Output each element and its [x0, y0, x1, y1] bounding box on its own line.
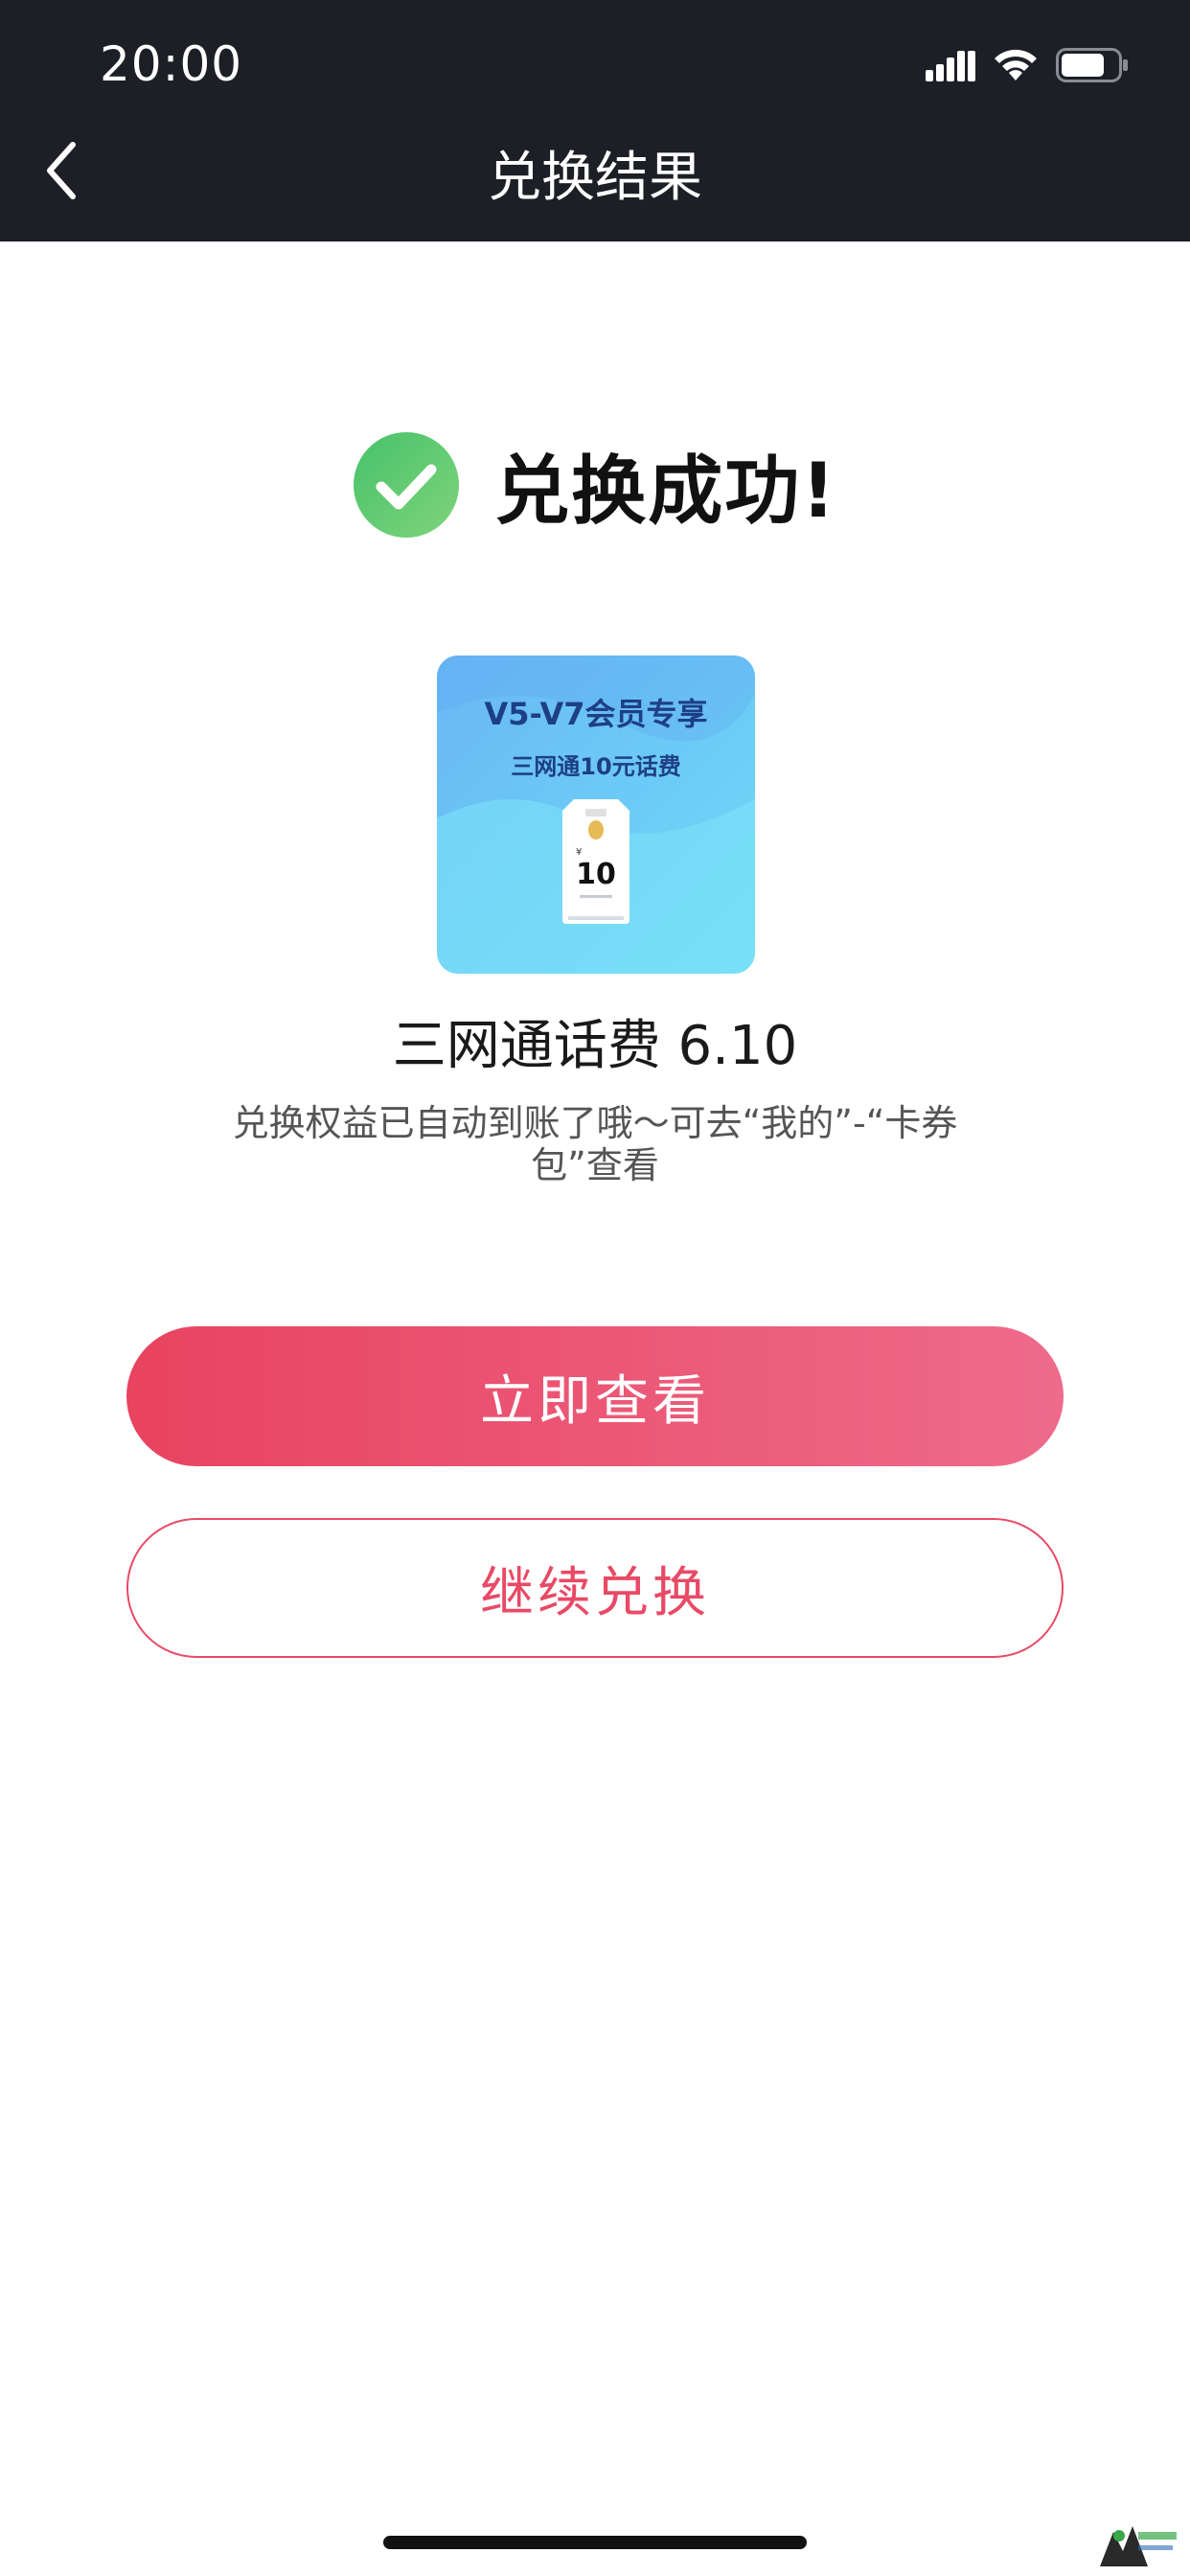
phone-card-icon: ¥ 10: [562, 799, 629, 924]
view-now-label: 立即查看: [480, 1369, 710, 1433]
svg-text:¥: ¥: [576, 847, 582, 858]
redeem-tip: 兑换权益已自动到账了哦～可去“我的”-“卡券包”查看: [232, 1102, 958, 1186]
status-icons: [926, 42, 1129, 88]
continue-redeem-button[interactable]: 继续兑换: [126, 1518, 1064, 1658]
success-banner: 兑换成功!: [0, 431, 1190, 539]
cellular-signal-icon: [926, 51, 975, 81]
success-title: 兑换成功!: [494, 448, 837, 535]
card-value: 10: [576, 858, 616, 891]
product-name: 三网通话费 6.10: [392, 1015, 798, 1077]
card-heading: V5-V7会员专享: [484, 696, 708, 732]
check-circle-icon: [354, 432, 460, 538]
view-now-button[interactable]: 立即查看: [126, 1326, 1064, 1466]
wifi-icon: [995, 49, 1037, 80]
card-subheading: 三网通10元话费: [511, 753, 681, 780]
status-time: 20:00: [100, 36, 243, 92]
product-image: V5-V7会员专享 三网通10元话费 ¥ 10: [437, 656, 755, 974]
app-header: 20:00 兑换结果: [0, 0, 1190, 242]
page-title: 兑换结果: [488, 147, 702, 209]
continue-redeem-label: 继续兑换: [480, 1561, 710, 1624]
battery-icon: [1056, 48, 1128, 82]
watermark-logo: [1100, 2526, 1177, 2566]
home-indicator: [383, 2536, 807, 2549]
